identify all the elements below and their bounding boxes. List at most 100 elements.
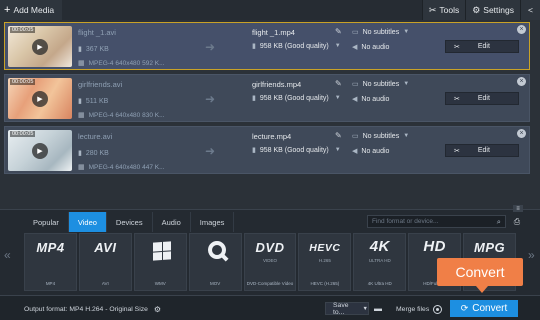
tab-video[interactable]: Video — [68, 212, 107, 232]
file-row[interactable]: 00:00:05 ▶ flight _1.avi ▮ 367 KB ▦ MPEG-4… — [4, 22, 530, 70]
speaker-icon: ◀ — [352, 148, 358, 155]
settings-button[interactable]: ⚙ Settings — [465, 0, 520, 20]
save-to-label: Save to... — [333, 301, 349, 316]
edit-button[interactable]: ✂ Edit — [445, 92, 519, 105]
source-file-info: ▦ MPEG-4 640x480 447 K... — [78, 163, 165, 172]
play-icon[interactable]: ▶ — [32, 91, 48, 107]
dvd-logo: DVD — [255, 240, 285, 255]
scroll-left-icon[interactable]: « — [4, 248, 11, 262]
output-size-dropdown[interactable]: ▮ 958 KB (Good quality) ▼ — [252, 94, 341, 103]
video-thumbnail[interactable]: 00:00:05 ▶ — [8, 26, 72, 67]
tools-label: Tools — [439, 5, 460, 15]
format-tile-avi[interactable]: AVI AVI — [78, 233, 132, 291]
mpg-logo: MPG — [474, 240, 506, 255]
output-file-name: flight _1.mp4 — [252, 28, 295, 37]
format-caption: 4K Ultra HD — [367, 281, 392, 286]
film-icon: ▦ — [78, 112, 85, 119]
edit-button[interactable]: ✂ Edit — [445, 144, 519, 157]
format-tile-hevc[interactable]: HEVC H.265 HEVC (H.265) — [298, 233, 352, 291]
rename-pencil-icon[interactable]: ✎ — [335, 27, 342, 36]
add-media-button[interactable]: + Add Media — [0, 0, 62, 20]
mp4-logo: MP4 — [36, 240, 65, 255]
output-file-name: lecture.mp4 — [252, 132, 292, 141]
settings-label: Settings — [483, 5, 514, 15]
scissors-icon: ✂ — [454, 147, 460, 155]
sync-icon: ⟳ — [460, 303, 469, 313]
duration-label: 00:00:05 — [10, 131, 36, 137]
tab-audio[interactable]: Audio — [153, 212, 191, 232]
audio-dropdown[interactable]: ◀ No audio — [352, 95, 389, 104]
gear-icon[interactable]: ⚙ — [154, 305, 161, 314]
hd-logo: HD — [423, 238, 447, 255]
video-thumbnail[interactable]: 00:00:05 ▶ — [8, 130, 72, 171]
tab-popular[interactable]: Popular — [24, 212, 69, 232]
subtitles-dropdown[interactable]: ▭ No subtitles ▼ — [352, 28, 409, 37]
bottom-bar: Output format: MP4 H.264 - Original Size… — [0, 295, 540, 320]
search-icon[interactable]: ⌕ — [497, 217, 501, 227]
close-icon[interactable]: × — [517, 25, 526, 34]
format-search-input[interactable]: Find format or device... ⌕ — [367, 215, 506, 228]
file-icon: ▮ — [78, 98, 82, 105]
edit-button[interactable]: ✂ Edit — [445, 40, 519, 53]
subtitles-dropdown[interactable]: ▭ No subtitles ▼ — [352, 132, 409, 141]
format-tile-mov[interactable]: MOV — [188, 233, 242, 291]
output-format-label: Output format: MP4 H.264 - Original Size — [24, 306, 148, 313]
scissors-icon: ✂ — [454, 95, 460, 103]
source-file-info: ▦ MPEG-4 640x480 830 K... — [78, 111, 165, 120]
audio-dropdown[interactable]: ◀ No audio — [352, 43, 389, 52]
tab-images[interactable]: Images — [191, 212, 235, 232]
film-icon: ▦ — [78, 60, 85, 67]
quicktime-icon — [207, 241, 226, 259]
detect-device-icon[interactable]: ⎙ — [510, 215, 524, 228]
toggle-icon[interactable] — [433, 305, 443, 314]
tools-button[interactable]: ✂ Tools — [421, 0, 466, 20]
duration-label: 00:00:05 — [10, 27, 36, 33]
edit-label: Edit — [477, 43, 490, 50]
rename-pencil-icon[interactable]: ✎ — [335, 79, 342, 88]
format-caption: MP4 — [45, 281, 56, 286]
chevron-down-icon: ▼ — [334, 147, 341, 153]
merge-files-label: Merge files — [396, 306, 430, 313]
play-icon[interactable]: ▶ — [32, 143, 48, 159]
chevron-down-icon: ▼ — [403, 81, 410, 87]
convert-button[interactable]: ⟳ Convert — [450, 300, 518, 317]
share-icon: < — [528, 5, 533, 15]
arrow-right-icon: ➜ — [205, 144, 216, 158]
video-thumbnail[interactable]: 00:00:05 ▶ — [8, 78, 72, 119]
drop-area[interactable] — [0, 176, 540, 209]
file-row[interactable]: 00:00:05 ▶ girlfriends.avi ▮ 511 KB ▦ MPEG… — [4, 74, 530, 122]
format-caption: MOV — [209, 281, 221, 286]
close-icon[interactable]: × — [517, 129, 526, 138]
folder-icon[interactable]: ▬ — [374, 304, 382, 313]
audio-dropdown[interactable]: ◀ No audio — [352, 147, 389, 156]
output-size-dropdown[interactable]: ▮ 958 KB (Good quality) ▼ — [252, 146, 341, 155]
edit-label: Edit — [477, 147, 490, 154]
duration-label: 00:00:05 — [10, 79, 36, 85]
gear-icon: ⚙ — [472, 4, 481, 15]
search-placeholder: Find format or device... — [372, 218, 439, 225]
close-icon[interactable]: × — [517, 77, 526, 86]
format-caption: WMV — [154, 281, 166, 286]
play-icon[interactable]: ▶ — [32, 39, 48, 55]
rename-pencil-icon[interactable]: ✎ — [335, 131, 342, 140]
format-tile-mp4[interactable]: MP4 MP4 — [24, 233, 77, 291]
collapse-panel-button[interactable]: ≡ — [513, 205, 523, 212]
format-tile-4k[interactable]: 4K ULTRA HD 4K Ultra HD — [353, 233, 407, 291]
source-file-size: ▮ 367 KB — [78, 45, 109, 54]
speaker-icon: ◀ — [352, 96, 358, 103]
format-tile-dvd[interactable]: DVD VIDEO DVD-Compatible Video — [243, 233, 297, 291]
file-row[interactable]: 00:00:05 ▶ lecture.avi ▮ 280 KB ▦ MPEG-4 6… — [4, 126, 530, 174]
format-tabs: Popular Video Devices Audio Images — [24, 212, 235, 232]
output-size-dropdown[interactable]: ▮ 958 KB (Good quality) ▼ — [252, 42, 341, 51]
format-tile-wmv[interactable]: WMV — [133, 233, 187, 291]
scroll-right-icon[interactable]: » — [528, 248, 535, 262]
subtitles-dropdown[interactable]: ▭ No subtitles ▼ — [352, 80, 410, 89]
scissors-icon: ✂ — [454, 43, 460, 51]
merge-files-toggle[interactable]: Merge files — [396, 305, 443, 314]
convert-label: Convert — [472, 303, 508, 314]
share-button[interactable]: < — [520, 0, 540, 20]
save-to-dropdown[interactable]: Save to... ▼ — [325, 301, 369, 316]
edit-label: Edit — [477, 95, 490, 102]
file-icon: ▮ — [252, 147, 256, 154]
tab-devices[interactable]: Devices — [107, 212, 153, 232]
